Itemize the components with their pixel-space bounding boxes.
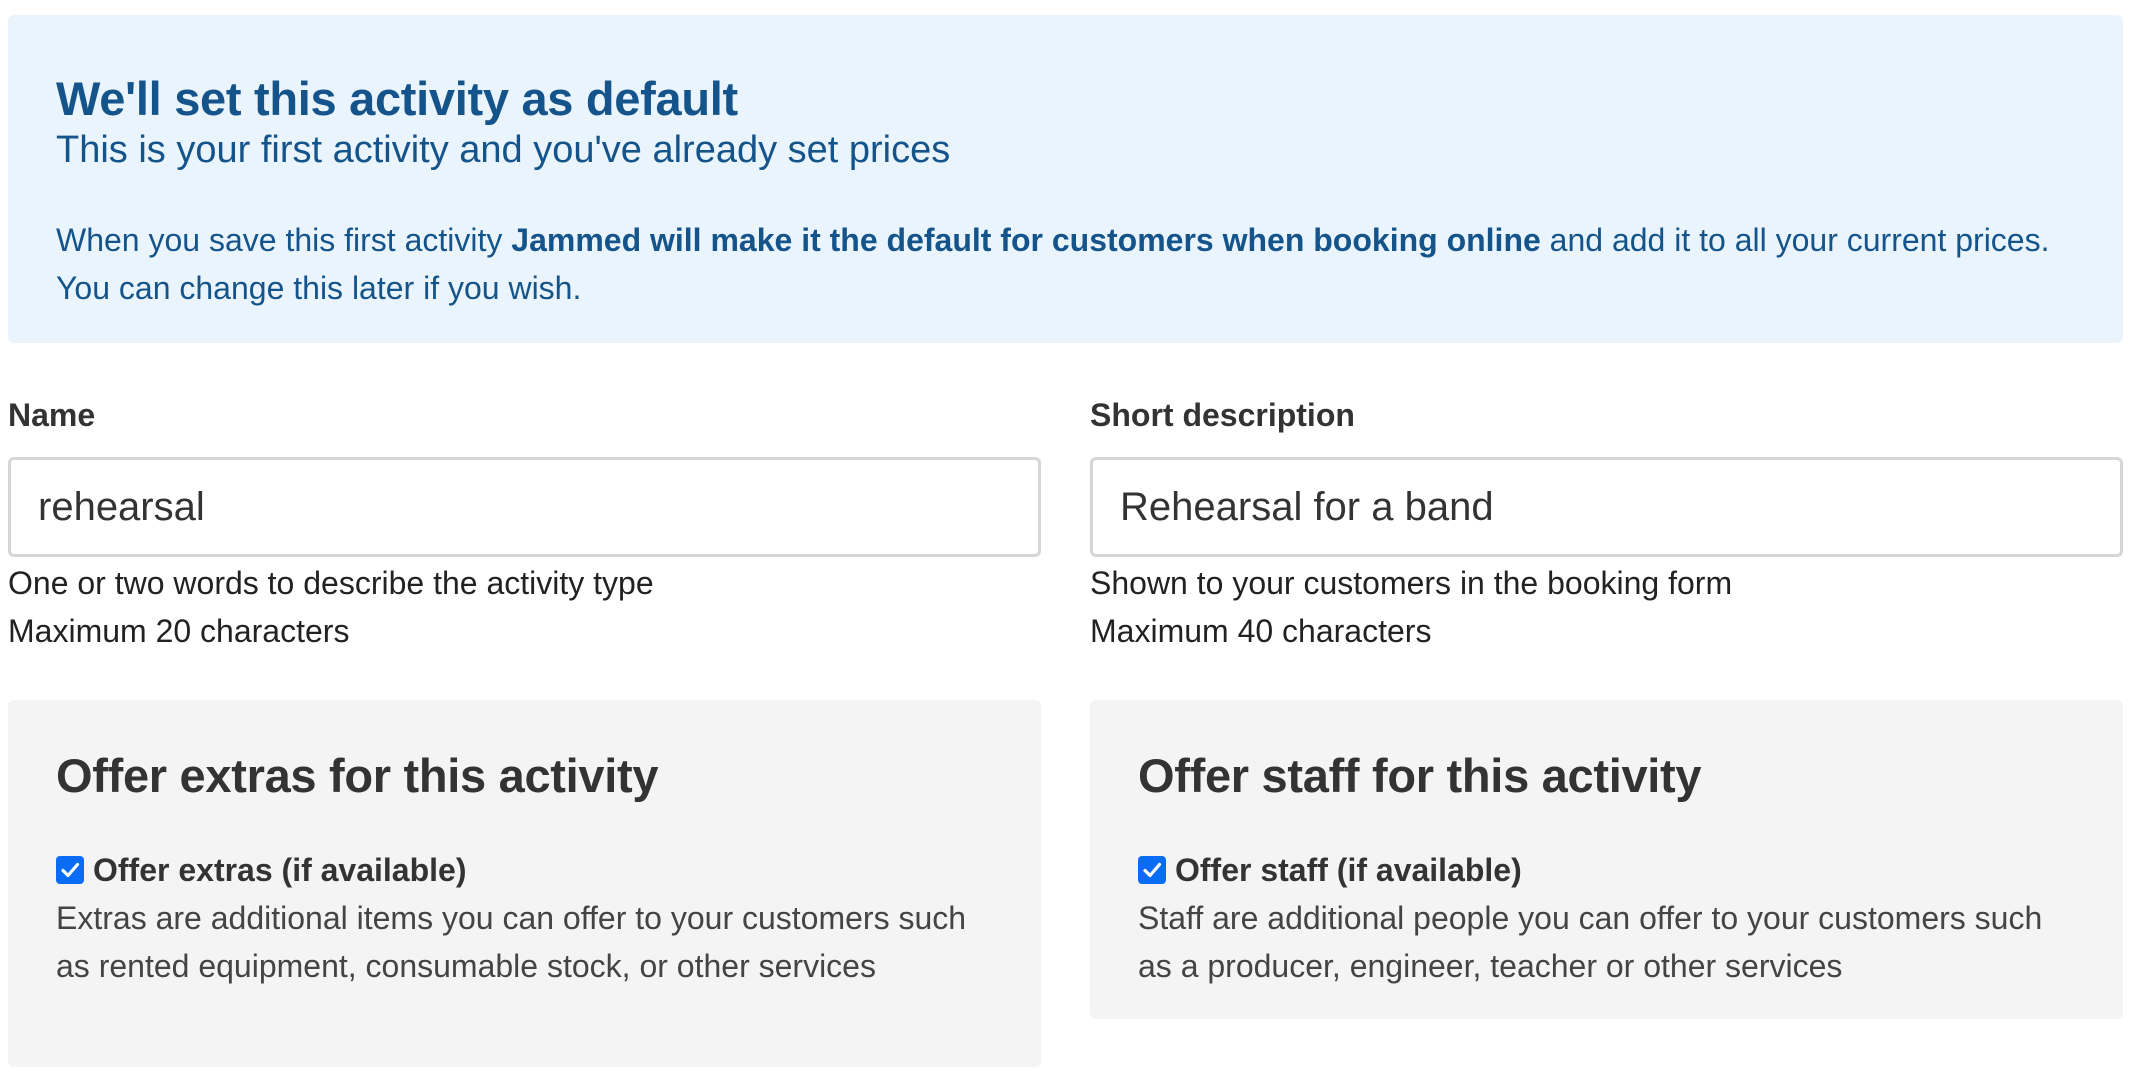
name-field-group: Name One or two words to describe the ac… [8, 395, 1041, 655]
offer-extras-checkbox-label[interactable]: Offer extras (if available) [93, 846, 466, 894]
banner-body: When you save this first activity Jammed… [56, 216, 2086, 312]
offer-staff-checkbox[interactable] [1138, 856, 1166, 884]
checkmark-icon [61, 862, 80, 878]
offer-staff-card: Offer staff for this activity Offer staf… [1090, 700, 2123, 1019]
offer-extras-option[interactable]: Offer extras (if available) [56, 846, 993, 894]
offer-extras-checkbox[interactable] [56, 856, 84, 884]
offer-staff-description: Staff are additional people you can offe… [1138, 900, 2043, 984]
banner-subtitle: This is your first activity and you've a… [56, 128, 951, 171]
banner-title: We'll set this activity as default [56, 72, 738, 125]
offer-staff-title: Offer staff for this activity [1138, 749, 1702, 802]
offer-extras-card: Offer extras for this activity Offer ext… [8, 700, 1041, 1067]
short-description-help-text: Shown to your customers in the booking f… [1090, 559, 2123, 655]
offer-extras-description: Extras are additional items you can offe… [56, 900, 967, 984]
default-activity-banner: We'll set this activity as default This … [8, 15, 2123, 343]
banner-body-prefix: When you save this first activity [56, 222, 512, 259]
offer-staff-option[interactable]: Offer staff (if available) [1138, 846, 2075, 894]
checkmark-icon [1143, 862, 1162, 878]
short-description-field-group: Short description Shown to your customer… [1090, 395, 2123, 655]
offer-staff-checkbox-label[interactable]: Offer staff (if available) [1175, 846, 1522, 894]
name-max-length: Maximum 20 characters [8, 613, 350, 649]
offer-extras-title: Offer extras for this activity [56, 749, 659, 802]
short-description-max-length: Maximum 40 characters [1090, 613, 1432, 649]
name-help-text: One or two words to describe the activit… [8, 559, 1041, 655]
name-label: Name [8, 397, 96, 433]
activity-form-page: We'll set this activity as default This … [0, 0, 2134, 1090]
short-description-help-line: Shown to your customers in the booking f… [1090, 565, 1733, 601]
short-description-label: Short description [1090, 397, 1355, 433]
banner-body-emphasis: Jammed will make it the default for cust… [511, 222, 1541, 259]
name-help-line: One or two words to describe the activit… [8, 565, 654, 601]
name-input[interactable] [8, 457, 1041, 557]
short-description-input[interactable] [1090, 457, 2123, 557]
